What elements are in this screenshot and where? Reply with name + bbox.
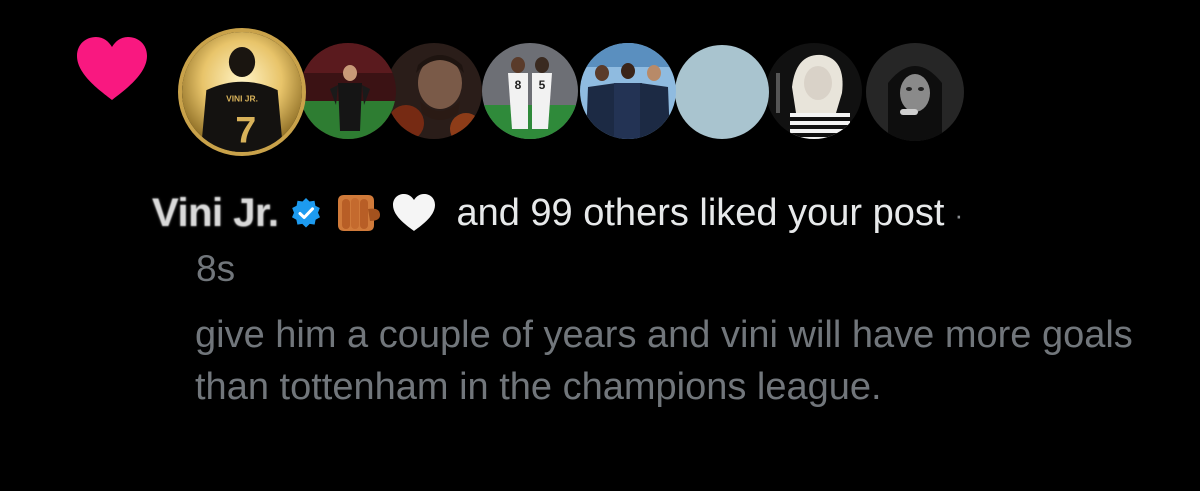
avatar-coach-pitch[interactable]: [300, 43, 396, 139]
post-text[interactable]: give him a couple of years and vini will…: [195, 309, 1185, 413]
white-heart-icon: [393, 194, 436, 231]
player-number: 5: [539, 78, 546, 92]
notification-header: Vini Jr. and 99 others liked your post ·: [152, 183, 963, 243]
avatar-dark-portrait[interactable]: [866, 43, 964, 141]
jersey-number: 7: [235, 109, 256, 151]
fist-icon: [338, 195, 381, 231]
liked-summary: and 99 others liked your post: [456, 191, 945, 234]
like-notification[interactable]: VINI JR. 7 8 5 Vini Jr. and 99 others li…: [0, 0, 1200, 491]
avatar-blank[interactable]: [675, 45, 769, 139]
avatar-team-group[interactable]: [580, 43, 676, 139]
timestamp: 8s: [196, 248, 236, 289]
avatar-players-numbers[interactable]: 8 5: [482, 43, 578, 139]
verified-badge-icon: [292, 198, 321, 228]
liker-avatars: VINI JR. 7 8 5: [0, 0, 1200, 160]
separator-dot: ·: [954, 199, 964, 230]
user-name[interactable]: Vini Jr.: [152, 191, 279, 236]
avatar-portrait-fire[interactable]: [386, 43, 482, 139]
avatar-blonde-striped[interactable]: [766, 43, 862, 139]
jersey-name: VINI JR.: [226, 93, 258, 103]
avatar-jersey-7[interactable]: VINI JR. 7: [178, 28, 306, 156]
player-number: 8: [515, 78, 522, 92]
